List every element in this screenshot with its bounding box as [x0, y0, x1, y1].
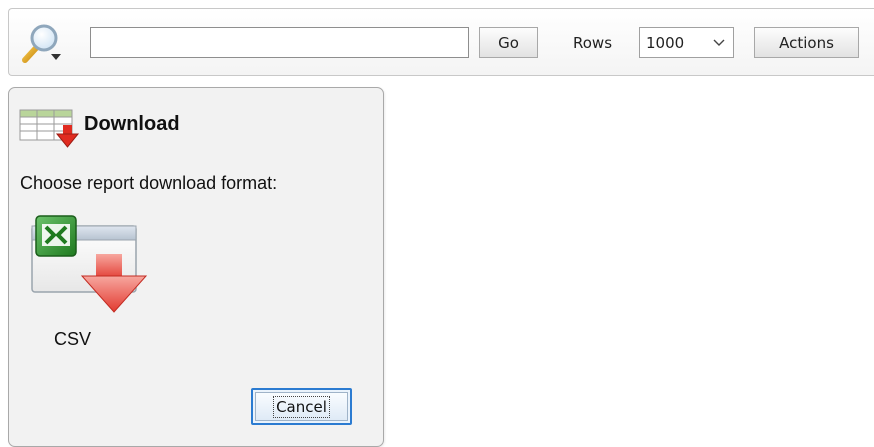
report-toolbar: Go Rows 1000 Actions: [8, 8, 874, 76]
chevron-down-icon: [713, 39, 725, 46]
rows-label: Rows: [573, 34, 613, 52]
rows-select[interactable]: 1000: [639, 27, 734, 58]
cancel-label: Cancel: [273, 395, 330, 418]
actions-button[interactable]: Actions: [754, 27, 859, 58]
excel-download-icon: [31, 215, 148, 313]
rows-select-value: 1000: [646, 34, 685, 52]
cancel-button[interactable]: Cancel: [251, 388, 352, 425]
table-download-icon: [19, 107, 85, 149]
csv-download-option[interactable]: CSV: [26, 214, 152, 362]
go-button[interactable]: Go: [479, 27, 538, 58]
csv-label: CSV: [54, 329, 92, 349]
cancel-button-face: Cancel: [255, 392, 348, 421]
search-icon[interactable]: [21, 20, 65, 64]
dialog-title: Download: [84, 113, 180, 135]
dialog-prompt: Choose report download format:: [20, 173, 278, 193]
search-input[interactable]: [90, 27, 469, 58]
